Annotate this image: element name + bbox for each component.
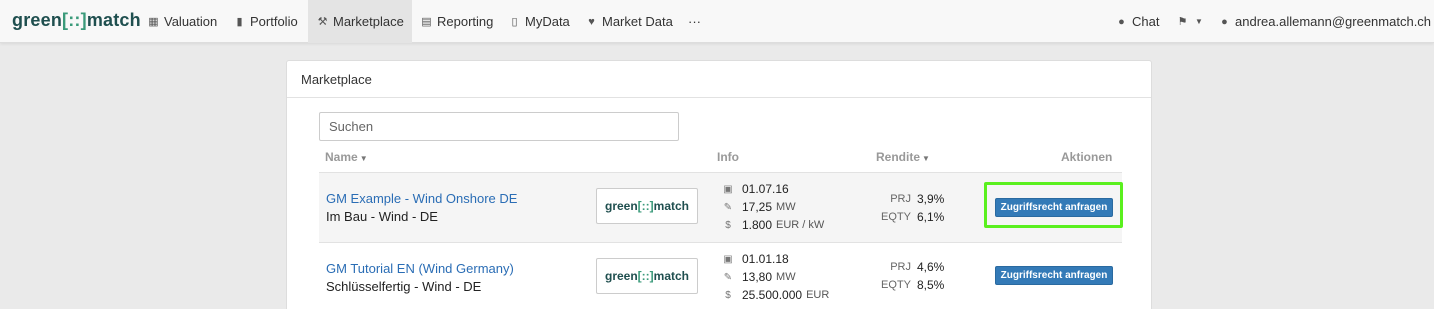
bar-chart-icon: ▮: [236, 16, 243, 28]
nav-item-portfolio[interactable]: ▮ Portfolio: [225, 0, 306, 43]
project-subtitle: Im Bau - Wind - DE: [326, 209, 438, 224]
nav-more-menu[interactable]: ···: [680, 0, 709, 43]
rendite-eqty-label: EQTY: [881, 279, 911, 291]
nav-item-label: MyData: [525, 14, 570, 29]
user-email: andrea.allemann@greenmatch.ch: [1235, 14, 1432, 29]
user-menu[interactable]: ● andrea.allemann@greenmatch.ch ▼: [1210, 0, 1434, 43]
info-power: ✎ 17,25 MW: [721, 200, 796, 214]
brand-prefix: green: [12, 10, 63, 30]
info-cost: $ 1.800 EUR / kW: [721, 218, 824, 232]
panel-title: Marketplace: [287, 61, 1151, 98]
rendite-eqty-label: EQTY: [881, 211, 911, 223]
language-dropdown[interactable]: ⚑ ▼: [1168, 0, 1211, 43]
info-cost: $ 25.500.000 EUR: [721, 288, 829, 302]
nav-chat-label: Chat: [1132, 14, 1160, 29]
sort-caret-icon: ▼: [359, 154, 368, 163]
user-icon: ●: [1221, 15, 1228, 28]
nav-item-label: Valuation: [164, 14, 218, 29]
project-logo: green [::] match: [596, 188, 698, 224]
more-dots-icon: ···: [688, 14, 701, 29]
calendar-icon: ▣: [723, 253, 733, 265]
column-header-info: Info: [717, 150, 739, 164]
table-row: GM Example - Wind Onshore DE Im Bau - Wi…: [319, 172, 1123, 242]
rendite-prj-label: PRJ: [890, 193, 911, 205]
marketplace-panel: Marketplace Name▼ Info Rendite▼ Aktionen…: [286, 60, 1152, 309]
dollar-icon: $: [725, 289, 731, 301]
nav-item-label: Marketplace: [333, 14, 404, 29]
nav-item-market-data[interactable]: ♥ Market Data: [577, 0, 681, 43]
plug-icon: ✎: [723, 201, 733, 213]
chat-bubble-icon: ●: [1118, 15, 1125, 28]
info-power: ✎ 13,80 MW: [721, 270, 796, 284]
table-row: GM Tutorial EN (Wind Germany) Schlüsself…: [319, 242, 1122, 309]
nav-chat[interactable]: ● Chat: [1107, 0, 1167, 43]
rendite-eqty-value: 6,1%: [917, 210, 945, 224]
gavel-icon: ⚒: [317, 16, 328, 28]
rendite-eqty-value: 8,5%: [917, 278, 945, 292]
info-date: ▣ 01.01.18: [721, 252, 788, 266]
rendite-prj-value: 4,6%: [917, 260, 945, 274]
rendite-prj-value: 3,9%: [917, 192, 945, 206]
column-header-aktionen: Aktionen: [1061, 150, 1113, 164]
chevron-down-icon: ▼: [1195, 17, 1203, 26]
search-input[interactable]: [319, 112, 679, 141]
translate-icon: ⚑: [1177, 16, 1188, 28]
heartbeat-icon: ♥: [588, 15, 595, 28]
brand-logo[interactable]: green[::]match: [12, 10, 141, 31]
nav-item-label: Market Data: [602, 14, 673, 29]
nav-item-mydata[interactable]: ▯ MyData: [500, 0, 578, 43]
nav-item-valuation[interactable]: ▦ Valuation: [139, 0, 225, 43]
sort-caret-icon: ▼: [922, 154, 930, 163]
project-name-link[interactable]: GM Tutorial EN (Wind Germany): [326, 261, 514, 276]
document-icon: ▤: [421, 16, 432, 28]
nav-item-marketplace[interactable]: ⚒ Marketplace: [308, 0, 412, 43]
nav-item-label: Portfolio: [250, 14, 298, 29]
brand-suffix: match: [86, 10, 141, 30]
info-date: ▣ 01.07.16: [721, 182, 788, 196]
column-header-name[interactable]: Name ▼: [325, 150, 368, 164]
brand-mark: [::]: [62, 10, 87, 30]
nav-item-label: Reporting: [437, 14, 494, 29]
project-name-link[interactable]: GM Example - Wind Onshore DE: [326, 191, 517, 206]
request-access-button[interactable]: Zugriffsrecht anfragen: [995, 198, 1113, 217]
dollar-icon: $: [725, 219, 731, 231]
nav-item-reporting[interactable]: ▤ Reporting: [412, 0, 501, 43]
request-access-button[interactable]: Zugriffsrecht anfragen: [995, 266, 1113, 285]
plug-icon: ✎: [723, 271, 733, 283]
column-header-rendite[interactable]: Rendite ▼: [876, 150, 930, 164]
dashboard-grid-icon: ▦: [148, 16, 159, 28]
project-subtitle: Schlüsselfertig - Wind - DE: [326, 279, 482, 294]
project-logo: green [::] match: [596, 258, 698, 294]
file-upload-icon: ▯: [511, 16, 518, 28]
rendite-prj-label: PRJ: [890, 261, 911, 273]
calendar-icon: ▣: [723, 183, 733, 195]
top-navbar: green[::]match ▦ Valuation ▮ Portfolio ⚒…: [0, 0, 1434, 43]
